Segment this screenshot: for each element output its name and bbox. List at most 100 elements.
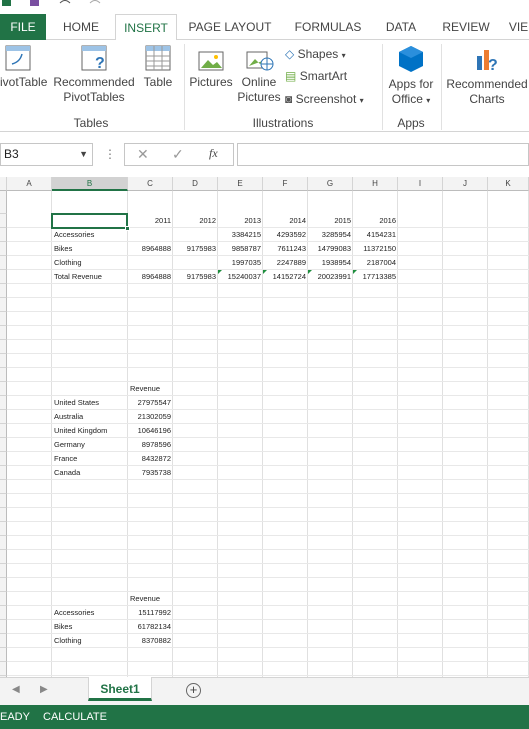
row-header[interactable] (0, 396, 7, 410)
row-header[interactable] (0, 452, 7, 466)
row-header[interactable] (0, 536, 7, 550)
value-cell[interactable]: 20023991 (310, 270, 351, 284)
value-cell[interactable]: 2247889 (265, 256, 306, 270)
chevron-down-icon[interactable]: ▼ (79, 144, 88, 165)
tab-sheet1[interactable]: Sheet1 (88, 677, 152, 701)
row-label-cell[interactable]: Bikes (54, 242, 126, 256)
tab-view[interactable]: VIE (508, 14, 529, 40)
value-cell[interactable]: 8370882 (130, 634, 171, 648)
value-cell[interactable]: 4154231 (355, 228, 396, 242)
value-cell[interactable]: 61782134 (130, 620, 171, 634)
smartart-button[interactable]: ▤ SmartArt (285, 68, 347, 84)
country-label-cell[interactable]: United States (54, 396, 126, 410)
more-dots-icon[interactable]: ⋮ (104, 147, 116, 161)
row-header[interactable] (0, 634, 7, 648)
column-header-h[interactable]: H (353, 177, 398, 191)
row-header[interactable] (0, 270, 7, 284)
row-header[interactable] (0, 592, 7, 606)
tab-formulas[interactable]: FORMULAS (290, 14, 366, 40)
year-header-cell[interactable]: 2012 (175, 214, 216, 228)
value-cell[interactable]: 15117992 (130, 606, 171, 620)
column-header-g[interactable]: G (308, 177, 353, 191)
year-header-cell[interactable]: 2016 (355, 214, 396, 228)
row-header[interactable] (0, 242, 7, 256)
value-cell[interactable]: 21302059 (130, 410, 171, 424)
column-header-j[interactable]: J (443, 177, 488, 191)
row-header[interactable] (0, 284, 7, 298)
country-label-cell[interactable]: Germany (54, 438, 126, 452)
row-header[interactable] (0, 228, 7, 242)
online-pictures-button[interactable]: Online Pictures (236, 44, 282, 105)
column-header-e[interactable]: E (218, 177, 263, 191)
recommended-pivottables-button[interactable]: ? Recommended PivotTables (52, 44, 136, 105)
year-header-cell[interactable]: 2011 (130, 214, 171, 228)
row-header[interactable] (0, 578, 7, 592)
column-header-f[interactable]: F (263, 177, 308, 191)
tab-review[interactable]: REVIEW (440, 14, 492, 40)
row-header[interactable] (0, 368, 7, 382)
value-cell[interactable]: 7611243 (265, 242, 306, 256)
row-header[interactable] (0, 620, 7, 634)
value-cell[interactable]: 7935738 (130, 466, 171, 480)
error-indicator-icon[interactable] (218, 270, 222, 274)
country-label-cell[interactable]: France (54, 452, 126, 466)
row-header[interactable] (0, 480, 7, 494)
row-header[interactable] (0, 214, 7, 228)
country-label-cell[interactable]: Canada (54, 466, 126, 480)
formula-input[interactable] (237, 143, 529, 166)
scroll-right-icon[interactable]: ▶ (40, 684, 48, 695)
row-header[interactable] (0, 191, 7, 214)
value-cell[interactable]: 8964888 (130, 242, 171, 256)
enter-check-icon[interactable]: ✓ (172, 146, 184, 163)
error-indicator-icon[interactable] (308, 270, 312, 274)
value-cell[interactable]: 8978596 (130, 438, 171, 452)
row-header[interactable] (0, 662, 7, 676)
value-cell[interactable]: 3384215 (220, 228, 261, 242)
value-cell[interactable]: 14799083 (310, 242, 351, 256)
country-label-cell[interactable]: United Kingdom (54, 424, 126, 438)
column-header-d[interactable]: D (173, 177, 218, 191)
pictures-button[interactable]: Pictures (188, 44, 234, 90)
table-button[interactable]: Table (140, 44, 176, 90)
value-cell[interactable]: 1938954 (310, 256, 351, 270)
category-label-cell[interactable]: Clothing (54, 634, 126, 648)
row-header[interactable] (0, 466, 7, 480)
tab-file[interactable]: FILE (0, 14, 46, 40)
value-cell[interactable]: 9175983 (175, 242, 216, 256)
row-header[interactable] (0, 606, 7, 620)
row-header[interactable] (0, 648, 7, 662)
row-header[interactable] (0, 564, 7, 578)
value-cell[interactable]: 3285954 (310, 228, 351, 242)
apps-for-office-button[interactable]: Apps for Office ▾ (384, 44, 438, 108)
column-header-k[interactable]: K (488, 177, 529, 191)
row-header[interactable] (0, 354, 7, 368)
tab-data[interactable]: DATA (380, 14, 422, 40)
name-box[interactable]: B3 ▼ (0, 143, 93, 166)
column-header-i[interactable]: I (398, 177, 443, 191)
recommended-charts-button[interactable]: ? Recommended Charts (445, 44, 529, 107)
scroll-left-icon[interactable]: ◀ (12, 684, 20, 695)
row-header[interactable] (0, 256, 7, 270)
row-header[interactable] (0, 410, 7, 424)
value-cell[interactable]: 1997035 (220, 256, 261, 270)
category-label-cell[interactable]: Accessories (54, 606, 126, 620)
column-header-b[interactable]: B (52, 177, 128, 191)
error-indicator-icon[interactable] (353, 270, 357, 274)
value-cell[interactable]: 9858787 (220, 242, 261, 256)
insert-function-icon[interactable]: fx (209, 146, 218, 161)
row-header[interactable] (0, 298, 7, 312)
row-label-cell[interactable]: Accessories (54, 228, 126, 242)
value-cell[interactable]: 8964888 (130, 270, 171, 284)
row-header[interactable] (0, 550, 7, 564)
value-cell[interactable]: 9175983 (175, 270, 216, 284)
year-header-cell[interactable]: 2014 (265, 214, 306, 228)
screenshot-button[interactable]: ◙ Screenshot ▾ (285, 91, 364, 109)
row-header[interactable] (0, 522, 7, 536)
tab-home[interactable]: HOME (54, 14, 108, 40)
value-cell[interactable]: 11372150 (355, 242, 396, 256)
column-header-a[interactable]: A (7, 177, 52, 191)
cancel-icon[interactable]: ✕ (137, 146, 149, 163)
row-header[interactable] (0, 382, 7, 396)
value-cell[interactable]: 10646196 (130, 424, 171, 438)
revenue-header-cell[interactable]: Revenue (130, 382, 171, 396)
